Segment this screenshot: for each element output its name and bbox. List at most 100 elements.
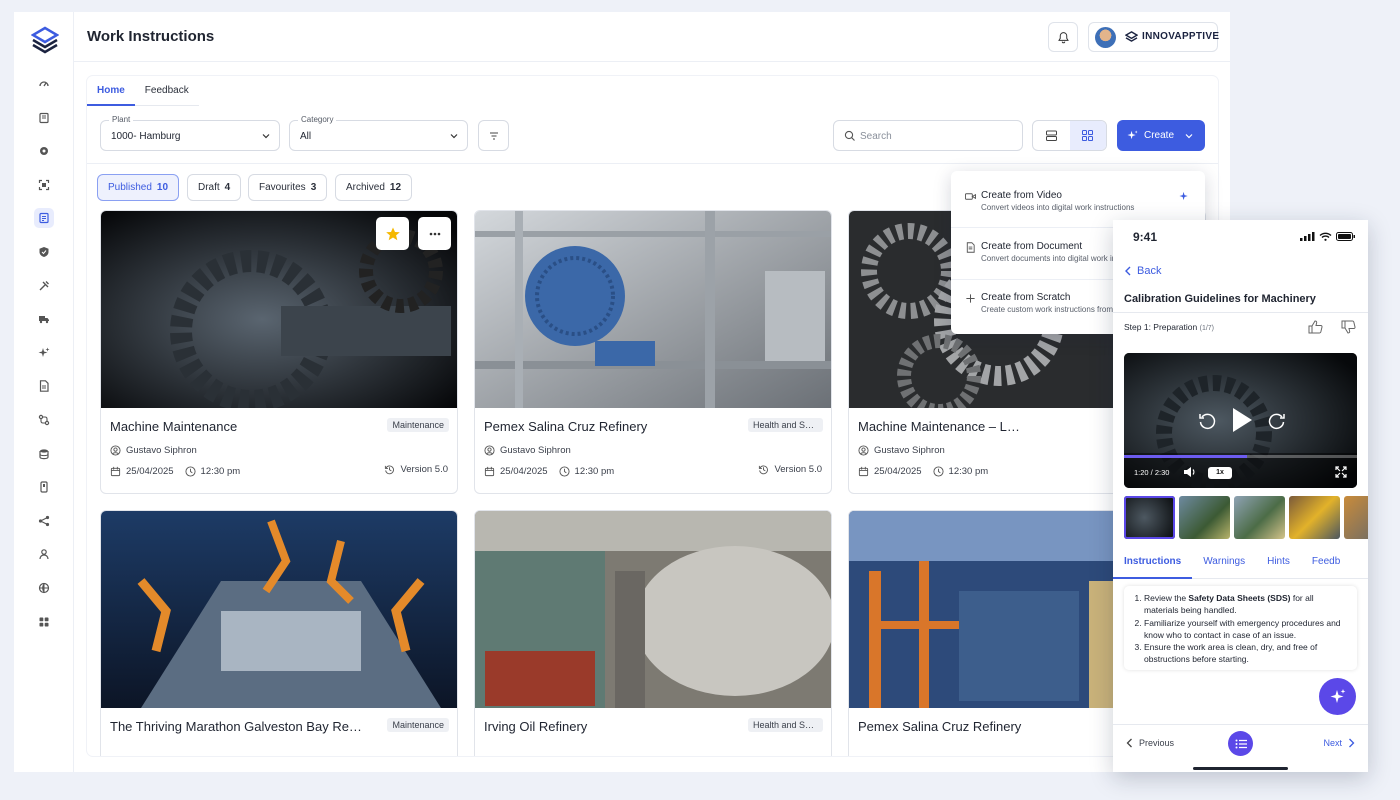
sidebar-item-dashboard[interactable] [34, 74, 54, 94]
sidebar-item-scanner[interactable] [34, 175, 54, 195]
signal-icon [1300, 232, 1315, 241]
sidebar-item-database[interactable] [34, 444, 54, 464]
sparkle-icon [1127, 130, 1138, 140]
document-icon [966, 242, 975, 253]
scanner-icon [38, 179, 50, 190]
plant-label: Plant [109, 115, 134, 124]
tab-home[interactable]: Home [87, 76, 135, 106]
previous-label: Previous [1139, 738, 1175, 748]
sidebar-item-mobile[interactable] [34, 477, 54, 497]
thumbnail[interactable] [1179, 496, 1230, 539]
video-time: 1:20 / 2:30 [1134, 468, 1170, 477]
plant-value: 1000- Hamburg [111, 131, 181, 142]
tab-feedback[interactable]: Feedb [1301, 547, 1351, 579]
category-label: Category [298, 115, 337, 124]
tab-hints[interactable]: Hints [1256, 547, 1301, 579]
more-options-button[interactable] [418, 217, 451, 250]
asset-icon [40, 147, 48, 156]
chip-archived[interactable]: Archived 12 [335, 174, 413, 201]
thumbnail[interactable] [1344, 496, 1368, 539]
video-icon [965, 193, 976, 200]
sidebar-item-tools[interactable] [34, 276, 54, 296]
rewind-icon[interactable] [1197, 411, 1217, 431]
card-item[interactable]: Pemex Salina Cruz Refinery Health and Sa… [474, 210, 832, 494]
sidebar-item-document[interactable] [34, 376, 54, 396]
speed-button[interactable]: 1x [1208, 467, 1232, 479]
ai-assistant-button[interactable] [1319, 678, 1356, 715]
thumbnail[interactable] [1124, 496, 1175, 539]
search-input[interactable] [860, 127, 1010, 145]
filter-button[interactable] [478, 120, 509, 151]
date-text: 25/04/2025 [874, 466, 922, 477]
author-name: Gustavo Siphron [874, 445, 945, 456]
sidebar-item-asset[interactable] [34, 141, 54, 161]
chip-favourites[interactable]: Favourites 3 [248, 174, 328, 201]
chip-count: 12 [389, 182, 402, 193]
sidebar-item-share[interactable] [34, 511, 54, 531]
chip-count: 4 [224, 182, 231, 193]
notifications-button[interactable] [1048, 22, 1078, 52]
menu-item-subtitle: Convert videos into digital work instruc… [981, 203, 1135, 212]
tab-feedback[interactable]: Feedback [135, 76, 199, 106]
date-text: 25/04/2025 [126, 466, 174, 477]
favourite-button[interactable] [376, 217, 409, 250]
sidebar-item-ai-sparkle[interactable] [34, 343, 54, 363]
category-select[interactable]: Category All [289, 115, 468, 151]
step-list-button[interactable] [1228, 731, 1253, 756]
profile-menu[interactable]: INNOVAPPTIVE [1088, 22, 1219, 52]
next-button[interactable]: Next [1323, 738, 1355, 748]
sidebar-item-global[interactable] [34, 578, 54, 598]
chevron-down-icon [262, 134, 270, 139]
chip-label: Favourites [259, 182, 306, 193]
create-button[interactable]: Create [1117, 120, 1205, 151]
step-name: Step 1: Preparation [1124, 322, 1198, 332]
tab-warnings[interactable]: Warnings [1192, 547, 1256, 579]
video-progress-track[interactable] [1124, 455, 1357, 458]
thumbs-up-icon[interactable] [1308, 320, 1323, 334]
sidebar-item-safety[interactable] [34, 242, 54, 262]
top-bar: Work Instructions INNOVAPPTIVE [74, 12, 1230, 62]
forward-icon[interactable] [1267, 411, 1287, 431]
toolbar-divider [87, 163, 1218, 164]
search-box[interactable] [833, 120, 1023, 151]
previous-button[interactable]: Previous [1126, 738, 1174, 748]
sidebar-item-apps[interactable] [34, 612, 54, 632]
plant-select[interactable]: Plant 1000- Hamburg [100, 115, 280, 151]
chip-published[interactable]: Published 10 [97, 174, 180, 201]
fullscreen-icon[interactable] [1335, 466, 1347, 478]
instruction-tabs: Instructions Warnings Hints Feedb [1113, 547, 1368, 579]
instructions-card: Review the Safety Data Sheets (SDS) for … [1124, 586, 1357, 670]
menu-item-create-from-video[interactable]: Create from Video Convert videos into di… [965, 190, 1195, 220]
card-author: Gustavo Siphron [110, 445, 197, 456]
thumbnail[interactable] [1289, 496, 1340, 539]
grid-view-button[interactable] [1069, 121, 1106, 150]
card-item[interactable]: Machine Maintenance Maintenance Gustavo … [100, 210, 458, 494]
chevron-right-icon [1349, 738, 1355, 748]
play-icon[interactable] [1230, 406, 1254, 434]
thumbs-down-icon[interactable] [1341, 320, 1356, 334]
avatar[interactable] [1095, 27, 1116, 48]
mobile-preview: 9:41 Back Calibration Guidelines for Mac… [1113, 220, 1368, 772]
card-item[interactable]: The Thriving Marathon Galveston Bay Re… … [100, 510, 458, 756]
card-title: Machine Maintenance – L… [858, 419, 1020, 434]
card-date: 25/04/2025 12:30 pm [484, 466, 614, 477]
sidebar-item-user[interactable] [34, 544, 54, 564]
ai-sparkle-icon [1330, 688, 1345, 703]
thumbnail[interactable] [1234, 496, 1285, 539]
menu-item-title: Create from Document [981, 241, 1083, 252]
tab-instructions[interactable]: Instructions [1113, 547, 1193, 579]
sidebar-item-inventory[interactable] [34, 108, 54, 128]
sidebar-item-delivery[interactable] [34, 309, 54, 329]
brand-logo-icon[interactable] [31, 26, 59, 54]
card-item[interactable]: Irving Oil Refinery Health and Safety [474, 510, 832, 756]
sidebar-item-work-instructions[interactable] [34, 208, 54, 229]
sidebar [14, 12, 74, 772]
volume-icon[interactable] [1183, 466, 1197, 478]
ai-sparkle-icon [1179, 191, 1188, 201]
sidebar-item-workflow[interactable] [34, 410, 54, 430]
back-button[interactable]: Back [1124, 265, 1161, 277]
list-view-button[interactable] [1033, 121, 1070, 150]
brand-mark-icon [1125, 31, 1138, 42]
video-player[interactable]: 1:20 / 2:30 1x [1124, 353, 1357, 488]
chip-draft[interactable]: Draft 4 [187, 174, 242, 201]
